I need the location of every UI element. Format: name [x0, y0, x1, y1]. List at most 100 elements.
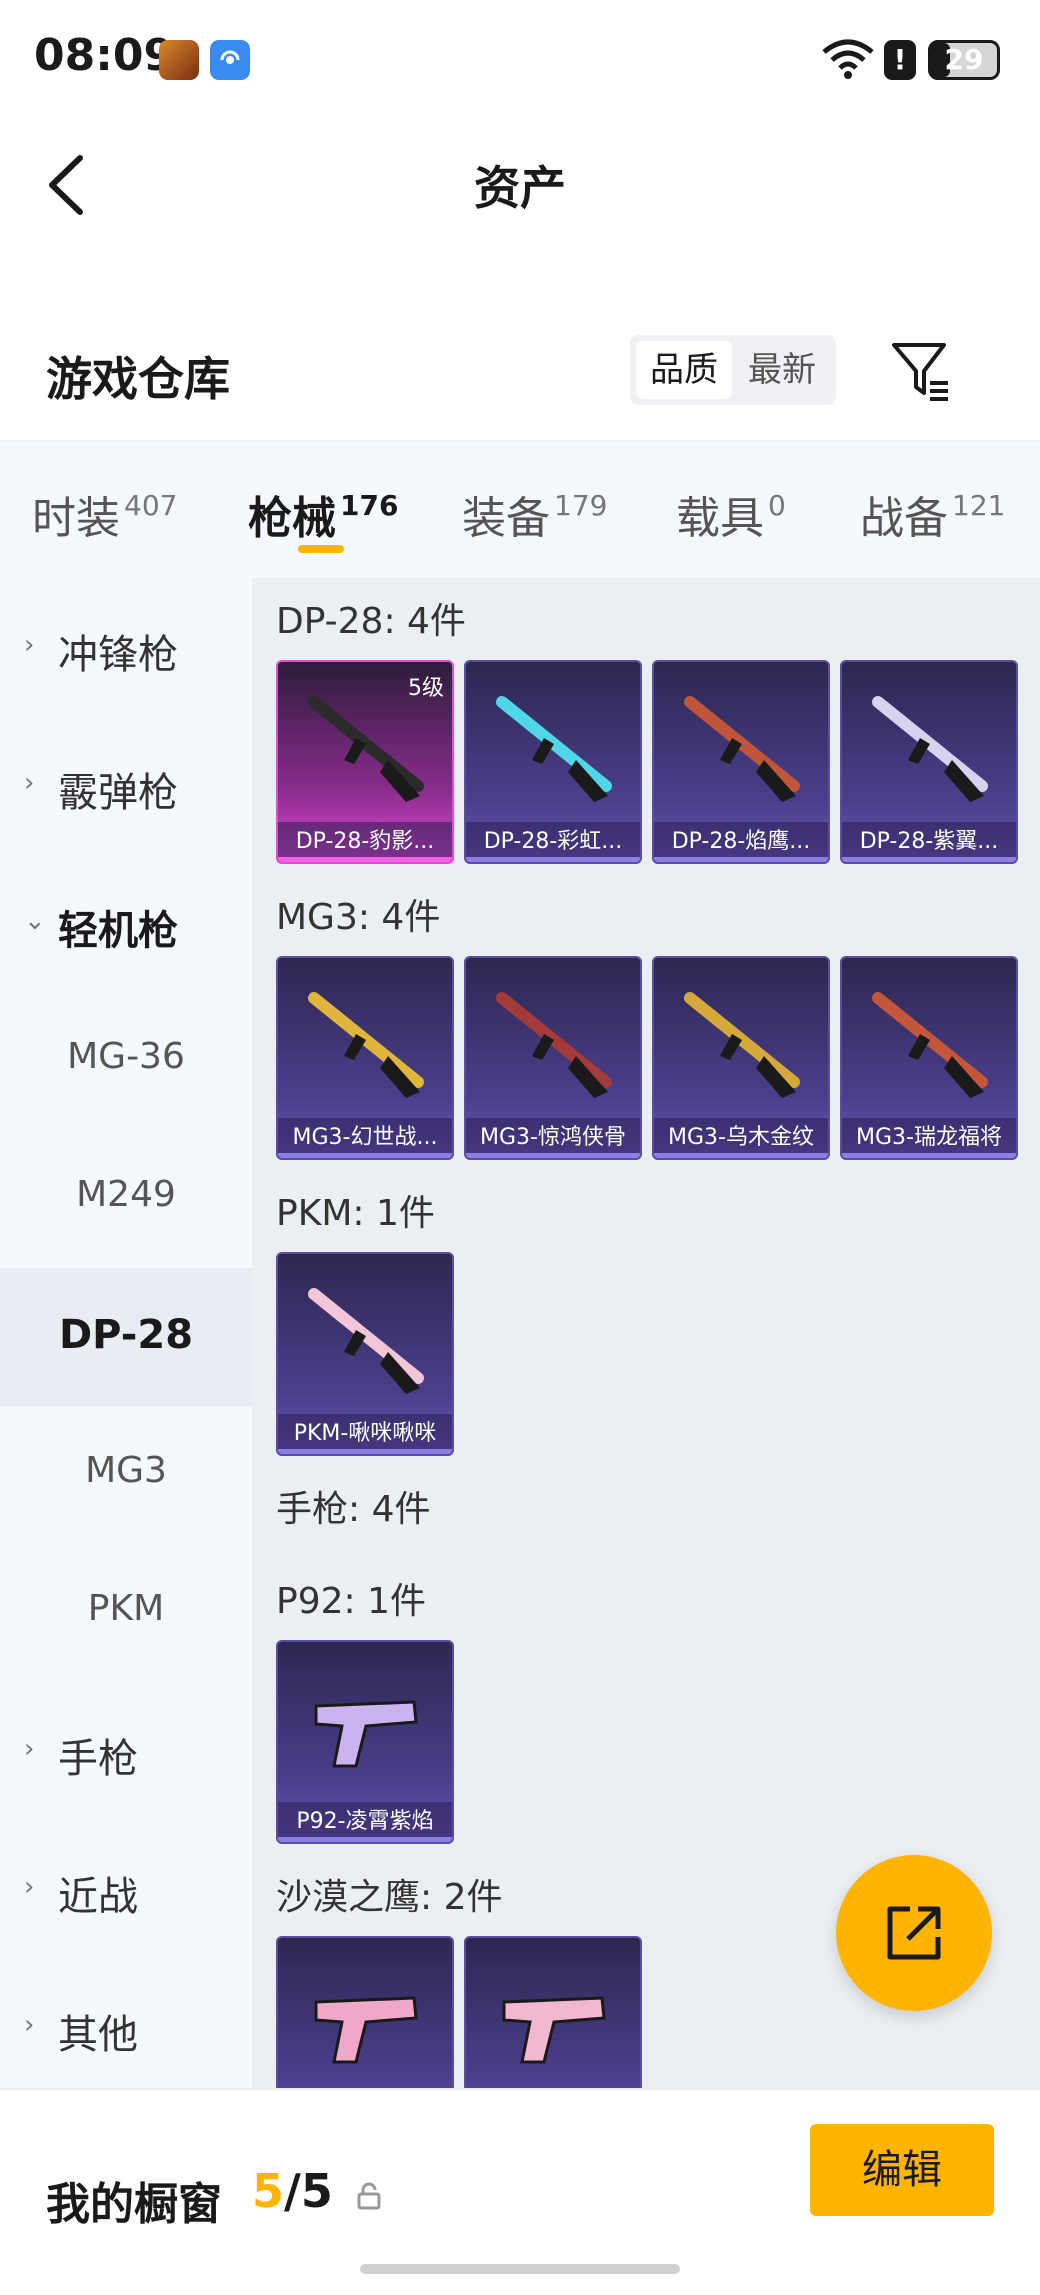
rifle-icon: [496, 992, 612, 1098]
item-card[interactable]: MG3-幻世战...: [276, 956, 454, 1160]
item-name: PKM-啾咪啾咪: [278, 1414, 452, 1454]
home-indicator[interactable]: [360, 2264, 680, 2274]
sort-option-quality[interactable]: 品质: [636, 341, 732, 399]
sidebar-item-pistol[interactable]: › 手枪: [0, 1682, 252, 1820]
rarity-bar: [466, 1153, 640, 1158]
rarity-bar: [278, 1449, 452, 1454]
showcase-count-total: 5: [300, 2164, 333, 2218]
group-title-pkm: PKM: 1件: [276, 1193, 435, 1234]
share-external-icon: [887, 1906, 941, 1960]
chevron-right-icon: ›: [24, 1872, 35, 1902]
item-card[interactable]: DP-28-焰鹰...: [652, 660, 830, 864]
weapon-category-sidebar: › 冲锋枪 › 霰弹枪 ⌄ 轻机枪 MG-36 M249 DP-28 MG3 P…: [0, 578, 252, 2088]
pistol-icon: [314, 1996, 418, 2064]
rifle-icon: [308, 1288, 424, 1394]
tab-label: 载具: [676, 493, 764, 544]
pistol-icon: [502, 1996, 606, 2064]
sidebar-item-pkm[interactable]: PKM: [0, 1544, 252, 1682]
game-app-icon: [159, 40, 199, 80]
sort-option-latest[interactable]: 最新: [734, 341, 830, 399]
showcase-count-sep: /: [284, 2164, 301, 2218]
group-title-pistols: 手枪: 4件: [276, 1489, 431, 1530]
tab-count: 121: [952, 489, 1006, 522]
item-card[interactable]: P92-凌霄紫焰: [276, 1640, 454, 1844]
page-title: 资产: [474, 161, 566, 215]
rifle-icon: [496, 696, 612, 802]
sidebar-item-m249[interactable]: M249: [0, 1130, 252, 1268]
alert-icon: !: [884, 40, 916, 80]
sidebar-item-label: 冲锋枪: [58, 632, 178, 678]
sidebar-item-lmg[interactable]: ⌄ 轻机枪: [0, 854, 252, 992]
showcase-title: 我的橱窗: [46, 2179, 222, 2230]
item-name: MG3-幻世战...: [278, 1118, 452, 1158]
status-time: 08:09: [34, 30, 175, 81]
group-title-p92: P92: 1件: [276, 1581, 426, 1622]
sidebar-item-mg3[interactable]: MG3: [0, 1406, 252, 1544]
tab-label: 战备: [860, 493, 948, 544]
item-name: P92-凌霄紫焰: [278, 1802, 452, 1842]
tab-count: 0: [768, 489, 786, 522]
tab-count: 179: [554, 489, 608, 522]
tab-label: 时装: [32, 493, 120, 544]
rifle-icon: [308, 696, 424, 802]
group-title-dp28: DP-28: 4件: [276, 601, 466, 642]
item-card[interactable]: PKM-啾咪啾咪: [276, 1252, 454, 1456]
item-name: DP-28-豹影...: [278, 822, 452, 862]
sidebar-item-melee[interactable]: › 近战: [0, 1820, 252, 1958]
sidebar-item-label: 近战: [58, 1874, 138, 1920]
item-card[interactable]: [276, 1936, 454, 2088]
tab-supplies[interactable]: 战备 121: [860, 482, 1006, 544]
rarity-bar: [842, 857, 1016, 862]
tab-equipment[interactable]: 装备 179: [462, 482, 608, 544]
showcase-bar: 我的橱窗 5/5 编辑: [0, 2088, 1040, 2295]
item-card[interactable]: MG3-惊鸿侠骨: [464, 956, 642, 1160]
tab-label: 枪械: [248, 493, 336, 544]
rifle-icon: [872, 696, 988, 802]
battery-icon: 29: [928, 40, 1000, 80]
sidebar-item-mg36[interactable]: MG-36: [0, 992, 252, 1130]
sidebar-item-label: 轻机枪: [58, 908, 178, 954]
pistol-icon: [314, 1700, 418, 1768]
rifle-icon: [308, 992, 424, 1098]
rarity-bar: [842, 1153, 1016, 1158]
sidebar-item-smg[interactable]: › 冲锋枪: [0, 578, 252, 716]
showcase-count-current: 5: [252, 2164, 285, 2218]
item-card[interactable]: MG3-瑞龙福将: [840, 956, 1018, 1160]
sidebar-item-other[interactable]: › 其他: [0, 1958, 252, 2096]
sidebar-item-dp28[interactable]: DP-28: [0, 1268, 252, 1406]
sidebar-item-label: 手枪: [58, 1736, 138, 1782]
chevron-right-icon: ›: [24, 630, 35, 660]
category-tabs: 时装 407 枪械 176 装备 179 载具 0 战备 121: [0, 440, 1040, 578]
rifle-icon: [872, 992, 988, 1098]
item-name: MG3-乌木金纹: [654, 1118, 828, 1158]
rarity-bar: [278, 1153, 452, 1158]
active-tab-indicator: [298, 545, 344, 553]
showcase-count: 5/5: [252, 2164, 333, 2218]
filter-icon[interactable]: [886, 335, 956, 405]
battery-level: 29: [944, 43, 984, 76]
item-card[interactable]: MG3-乌木金纹: [652, 956, 830, 1160]
sidebar-item-label: 霰弹枪: [58, 770, 178, 816]
edit-button[interactable]: 编辑: [810, 2124, 994, 2216]
sidebar-item-label: 其他: [58, 2012, 138, 2058]
chevron-right-icon: ›: [24, 1734, 35, 1764]
item-name: DP-28-紫翼...: [842, 822, 1016, 862]
sidebar-item-label: MG3: [85, 1450, 167, 1491]
item-card[interactable]: DP-28-彩虹...: [464, 660, 642, 864]
rarity-bar: [654, 1153, 828, 1158]
sidebar-item-shotgun[interactable]: › 霰弹枪: [0, 716, 252, 854]
rarity-bar: [654, 857, 828, 862]
item-level-badge: 5级: [408, 676, 444, 701]
tab-vehicles[interactable]: 载具 0: [676, 482, 786, 544]
item-card[interactable]: DP-28-紫翼...: [840, 660, 1018, 864]
item-card[interactable]: [464, 1936, 642, 2088]
tab-fashion[interactable]: 时装 407: [32, 482, 177, 544]
tab-firearms[interactable]: 枪械 176: [248, 482, 398, 544]
item-name: DP-28-彩虹...: [466, 822, 640, 862]
item-card[interactable]: 5级 DP-28-豹影...: [276, 660, 454, 864]
share-external-button[interactable]: [836, 1855, 992, 2011]
section-title: 游戏仓库: [46, 352, 230, 406]
cast-icon: [210, 40, 250, 80]
wifi-icon: [822, 39, 874, 79]
group-title-mg3: MG3: 4件: [276, 897, 441, 938]
